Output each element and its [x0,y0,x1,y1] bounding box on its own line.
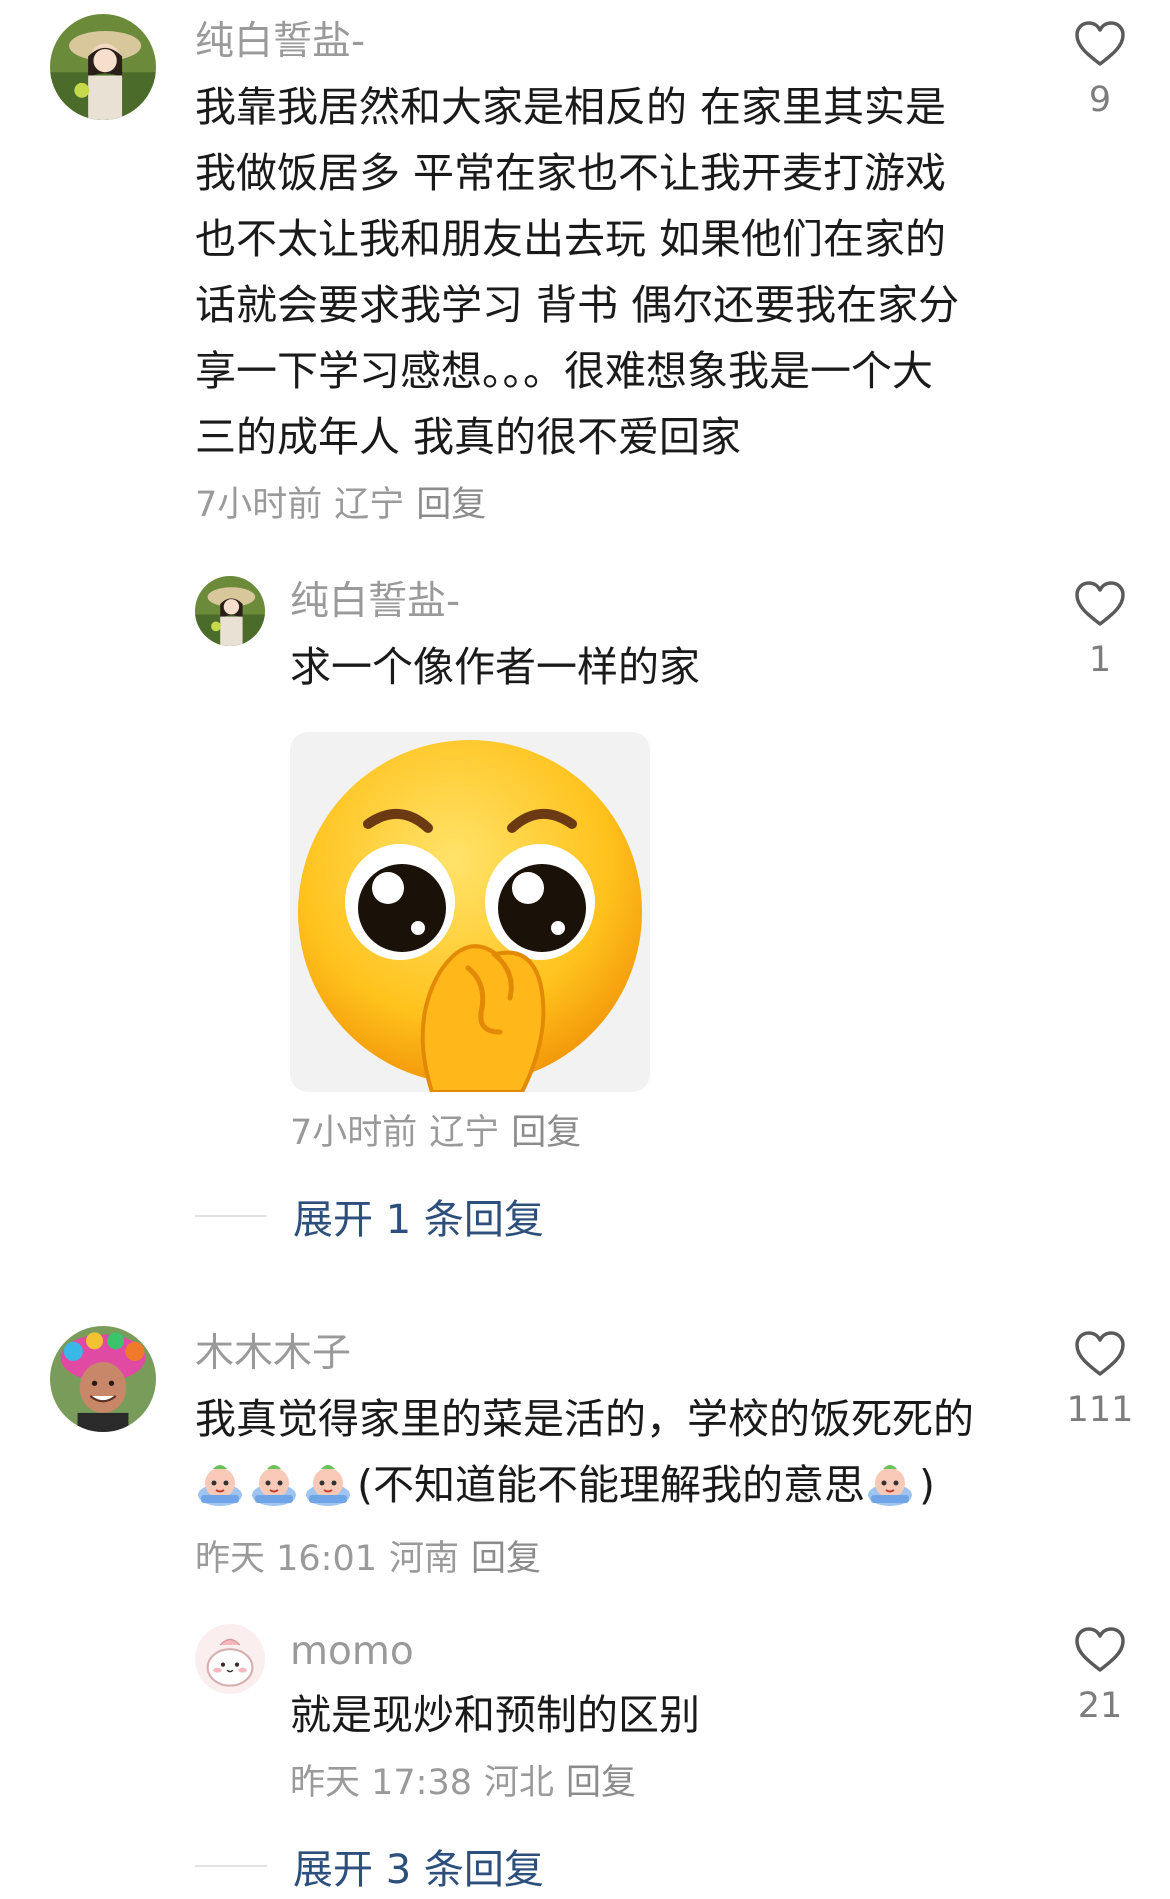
pleading-face-sticker[interactable] [290,732,650,1092]
reply-button[interactable]: 回复 [471,1539,541,1579]
comment-location: 辽宁 [334,485,405,525]
heart-icon [1075,1331,1125,1376]
username[interactable]: 木木木子 [195,1330,351,1378]
comment-location: 河南 [389,1539,460,1579]
comment-text: 我靠我居然和大家是相反的 在家里其实是 我做饭居多 平常在家也不让我开麦打游戏 … [195,74,959,470]
comment-text-fragment: ) [919,1461,935,1509]
reply-button[interactable]: 回复 [511,1113,581,1153]
reply-text: 就是现炒和预制的区别 [290,1691,700,1739]
avatar[interactable] [195,1624,265,1694]
crying-hug-emoji [195,1459,245,1509]
comment-text-line: (不知道能不能理解我的意思) [195,1452,974,1518]
like-count: 1 [1088,640,1112,680]
like-button[interactable]: 111 [1060,1330,1140,1432]
reply-username[interactable]: 纯白誓盐- [290,578,460,626]
reply-location: 辽宁 [429,1113,500,1153]
comment-text-line: 我做饭居多 平常在家也不让我开麦打游戏 [195,149,947,197]
expand-replies-label: 展开 1 条回复 [293,1197,544,1243]
like-button[interactable]: 1 [1060,580,1140,682]
divider [195,1865,267,1867]
reply-location: 河北 [484,1763,555,1803]
reply-button[interactable]: 回复 [416,485,486,525]
comment-meta: 昨天 16:01 河南 回复 [195,1536,553,1582]
comment-text-line: 我靠我居然和大家是相反的 在家里其实是 [195,83,947,131]
comment-time: 昨天 16:01 [195,1539,377,1579]
like-count: 9 [1088,80,1112,120]
comment-text-line: 三的成年人 我真的很不爱回家 [195,413,742,461]
comment-text: 我真觉得家里的菜是活的，学校的饭死死的 (不知道能不能理解我的意思) [195,1386,974,1518]
comment-text-fragment: (不知道能不能理解我的意思 [357,1461,865,1509]
like-button[interactable]: 21 [1060,1626,1140,1728]
heart-icon [1075,581,1125,626]
comment-text-line: 话就会要求我学习 背书 偶尔还要我在家分 [195,281,960,329]
username[interactable]: 纯白誓盐- [195,18,365,66]
like-count: 111 [1066,1390,1134,1430]
reply-time: 7小时前 [290,1113,418,1153]
reply-text: 求一个像作者一样的家 [290,643,700,691]
avatar[interactable] [50,1326,156,1432]
expand-replies-label: 展开 3 条回复 [293,1847,544,1893]
crying-hug-emoji [865,1459,915,1509]
heart-icon [1075,1627,1125,1672]
comment-text-line: 我真觉得家里的菜是活的，学校的饭死死的 [195,1395,974,1443]
reply-meta: 昨天 17:38 河北 回复 [290,1760,648,1806]
reply-username[interactable]: momo [290,1628,414,1676]
divider [195,1215,267,1217]
comment-time: 7小时前 [195,485,323,525]
avatar[interactable] [50,14,156,120]
like-button[interactable]: 9 [1060,20,1140,122]
comment-text-line: 也不太让我和朋友出去玩 如果他们在家的 [195,215,947,263]
expand-replies-button[interactable]: 展开 3 条回复 [195,1836,544,1896]
crying-hug-emoji [303,1459,353,1509]
heart-icon [1075,21,1125,66]
avatar[interactable] [195,576,265,646]
reply-button[interactable]: 回复 [566,1763,636,1803]
expand-replies-button[interactable]: 展开 1 条回复 [195,1186,544,1246]
comment-meta: 7小时前 辽宁 回复 [195,482,498,528]
comment-text-line: 享一下学习感想。。。很难想象我是一个大 [195,347,933,395]
crying-hug-emoji [249,1459,299,1509]
reply-meta: 7小时前 辽宁 回复 [290,1110,593,1156]
like-count: 21 [1077,1686,1123,1726]
reply-time: 昨天 17:38 [290,1763,472,1803]
